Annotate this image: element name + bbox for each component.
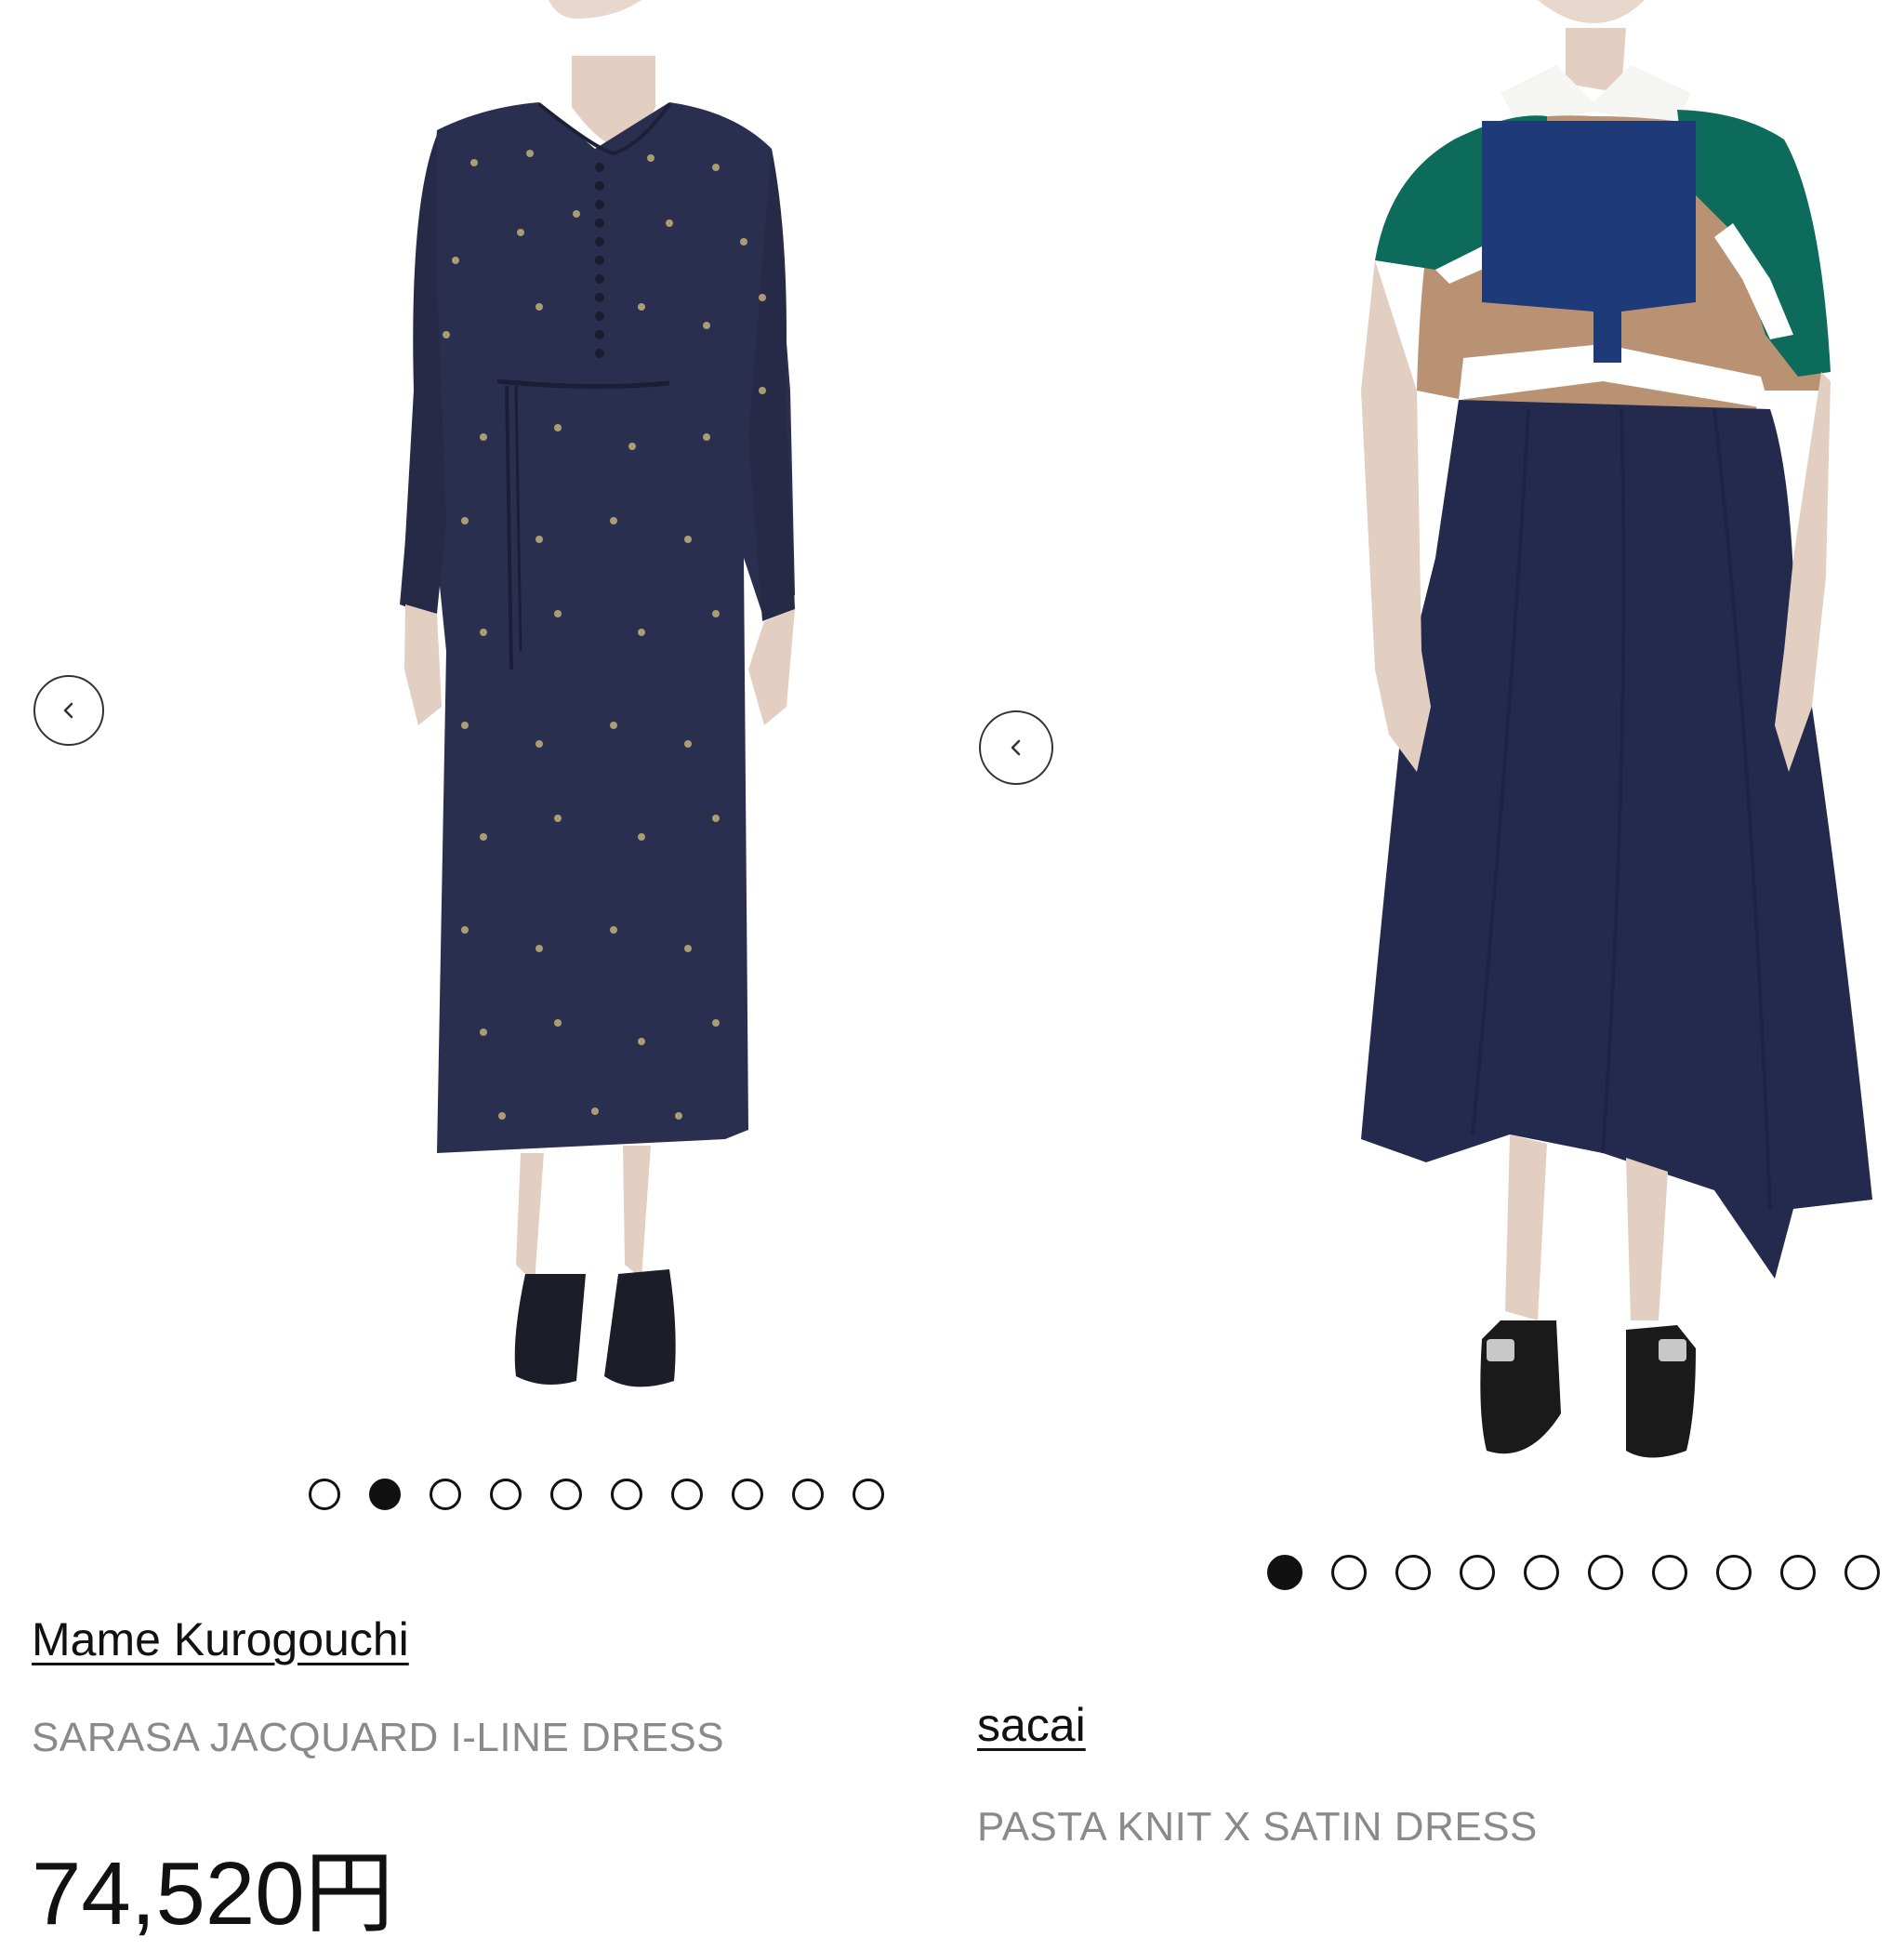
carousel-dot[interactable] <box>1652 1555 1687 1590</box>
carousel-dot[interactable] <box>430 1479 461 1510</box>
carousel-dot[interactable] <box>1267 1555 1302 1590</box>
carousel-dots-2 <box>1267 1555 1880 1590</box>
carousel-dot[interactable] <box>1588 1555 1623 1590</box>
carousel-dot[interactable] <box>1395 1555 1431 1590</box>
carousel-prev-button-1[interactable] <box>33 675 104 746</box>
product-name-1: SARASA JACQUARD I-LINE DRESS <box>32 1715 725 1760</box>
product-brand-link-1[interactable]: Mame Kurogouchi <box>32 1612 409 1666</box>
product-price-1: 74,520円 <box>32 1844 394 1943</box>
chevron-left-icon <box>1011 739 1021 756</box>
product-brand-link-2[interactable]: sacai <box>977 1698 1086 1752</box>
carousel-dot[interactable] <box>671 1479 703 1510</box>
carousel-dot[interactable] <box>369 1479 401 1510</box>
product-image-1[interactable] <box>0 0 952 1413</box>
carousel-dot[interactable] <box>550 1479 582 1510</box>
carousel-dot[interactable] <box>1844 1555 1880 1590</box>
carousel-dot[interactable] <box>732 1479 763 1510</box>
carousel-dot[interactable] <box>490 1479 522 1510</box>
product-image-2[interactable] <box>952 0 1904 1506</box>
carousel-dot[interactable] <box>1780 1555 1816 1590</box>
chevron-left-icon <box>63 702 73 719</box>
product-card-1[interactable]: Mame Kurogouchi SARASA JACQUARD I-LINE D… <box>0 0 952 1943</box>
carousel-dot[interactable] <box>1331 1555 1367 1590</box>
carousel-dot[interactable] <box>309 1479 340 1510</box>
carousel-dots-1 <box>309 1479 884 1510</box>
carousel-dot[interactable] <box>611 1479 642 1510</box>
carousel-dot[interactable] <box>792 1479 824 1510</box>
product-name-2: PASTA KNIT X SATIN DRESS <box>977 1804 1538 1850</box>
carousel-dot[interactable] <box>853 1479 884 1510</box>
carousel-prev-button-2[interactable] <box>979 710 1053 785</box>
carousel-dot[interactable] <box>1524 1555 1559 1590</box>
carousel-dot[interactable] <box>1460 1555 1495 1590</box>
product-card-2[interactable]: sacai PASTA KNIT X SATIN DRESS <box>952 0 1904 1904</box>
carousel-dot[interactable] <box>1716 1555 1752 1590</box>
